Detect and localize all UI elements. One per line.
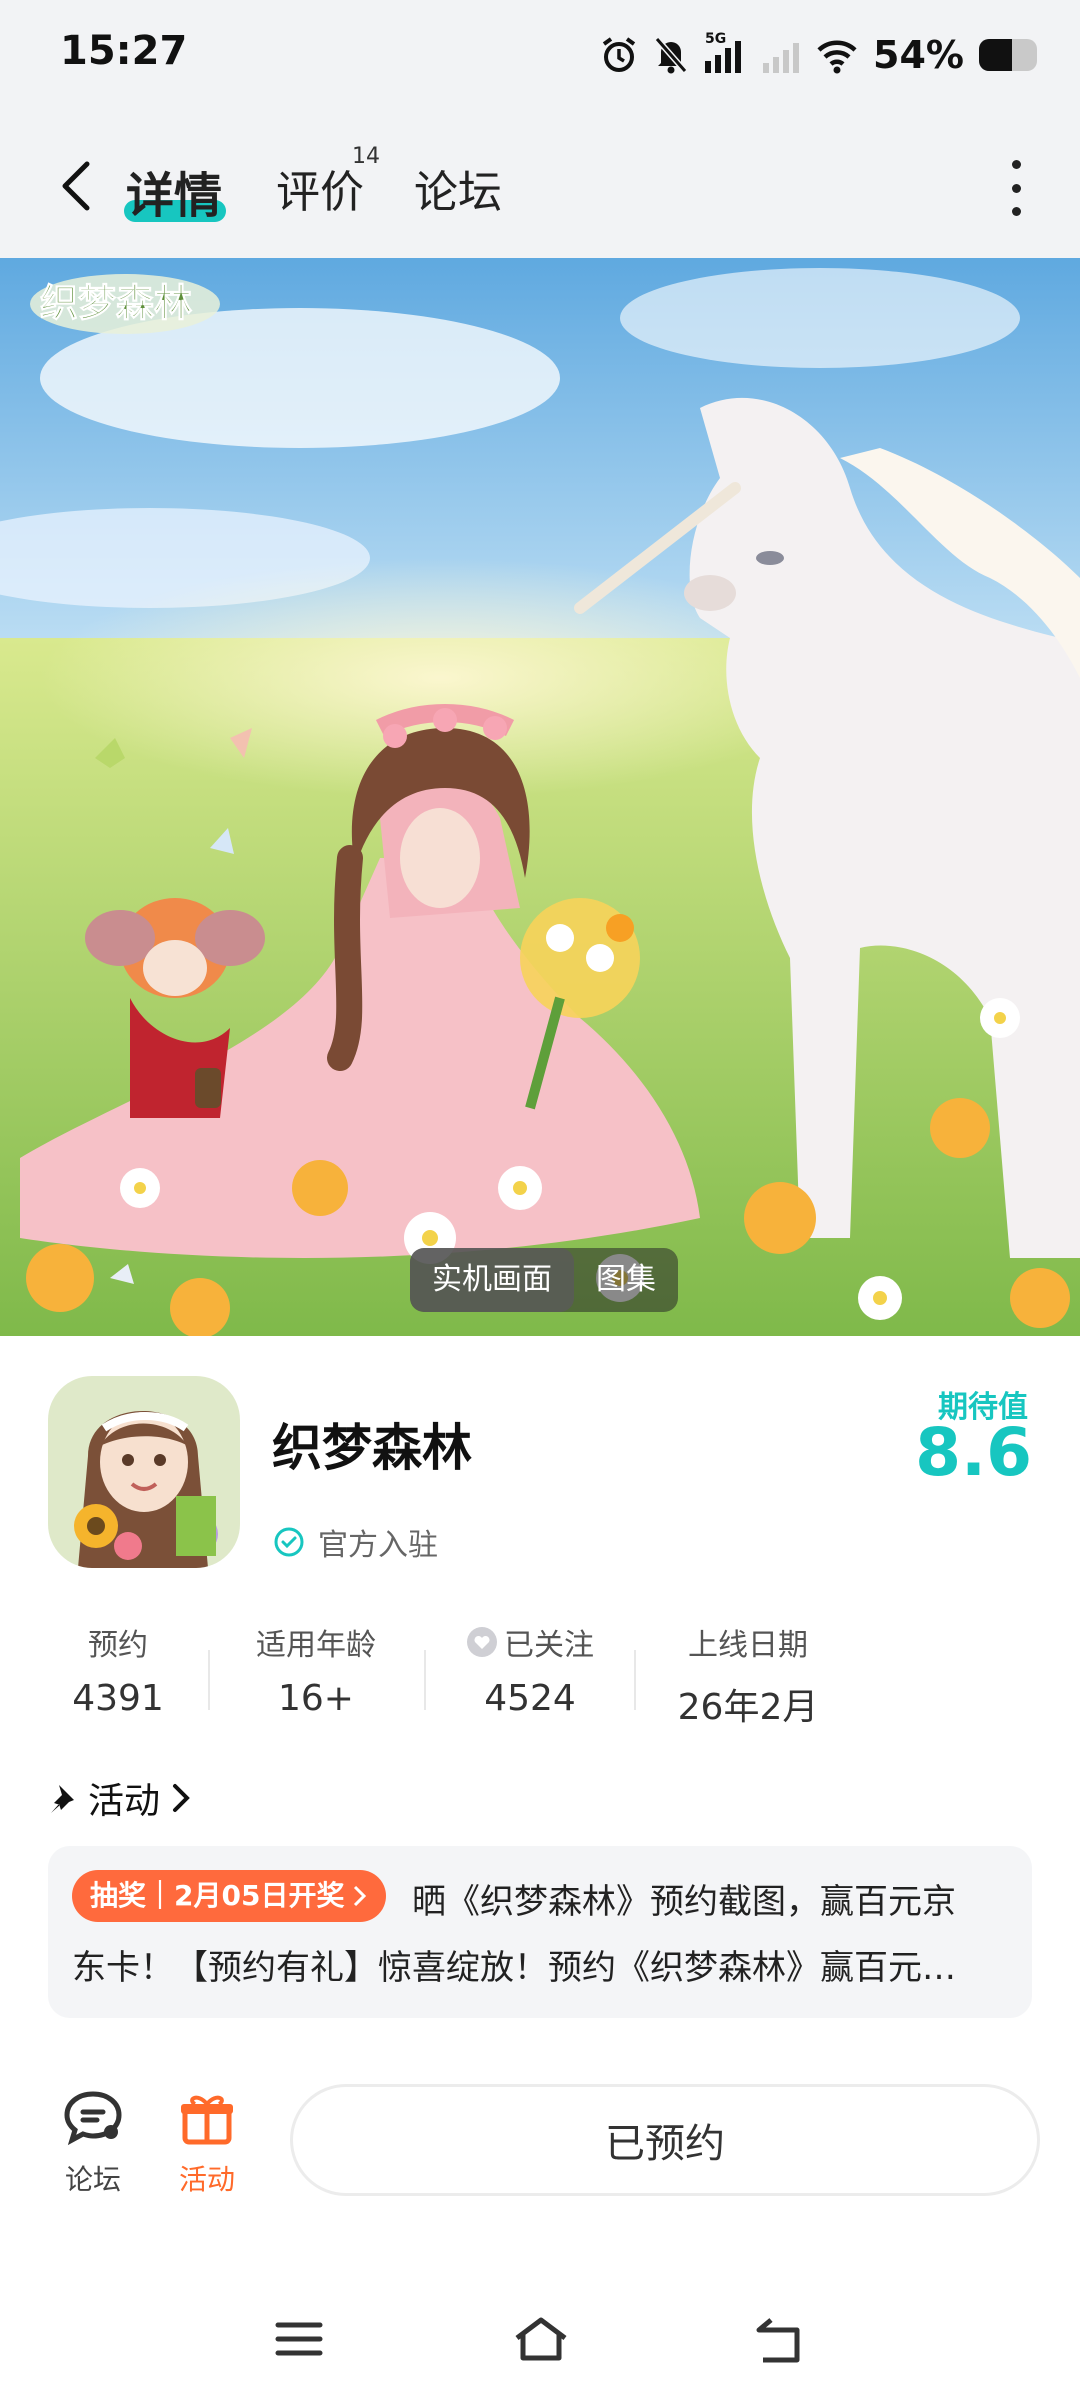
stat-reservations-value: 4391: [72, 1678, 164, 1719]
stat-divider: [208, 1650, 210, 1710]
stat-age-label: 适用年龄: [256, 1628, 376, 1663]
status-bar: 15:27 5G 54%: [0, 0, 1080, 112]
more-dot: [1011, 207, 1021, 216]
stat-launch-date-value: 26年2月: [677, 1687, 819, 1728]
banner-illustration: 织梦森林: [0, 258, 1080, 1336]
game-banner[interactable]: 织梦森林 实机画面 图集: [0, 258, 1080, 1336]
tab-detail[interactable]: 详情: [126, 156, 222, 226]
signal-icon: [705, 41, 742, 73]
system-nav-bar: [0, 2280, 1080, 2400]
return-icon: [756, 2318, 800, 2363]
stat-followers-label-row: 已关注: [440, 1620, 620, 1664]
alarm-icon: [602, 37, 636, 72]
stat-divider: [424, 1650, 426, 1710]
lottery-tag-label: 抽奖｜2月05日开奖: [90, 1879, 345, 1912]
chip-gameplay[interactable]: 实机画面: [410, 1248, 574, 1312]
stat-divider: [634, 1650, 636, 1710]
banner-media-tabs: 实机画面 图集: [410, 1248, 678, 1312]
official-label: 官方入驻: [318, 1528, 438, 1563]
banner-logo: 织梦森林: [30, 274, 220, 334]
pin-icon: [51, 1785, 74, 1813]
menu-nav-button[interactable]: [264, 2304, 334, 2374]
more-options-button[interactable]: [996, 160, 1036, 216]
stat-reservations: 预约 4391: [28, 1620, 208, 1719]
app-name: 织梦森林: [272, 1419, 472, 1477]
stat-launch-date-label: 上线日期: [688, 1628, 808, 1663]
menu-icon: [275, 2322, 323, 2356]
gift-icon: [181, 2095, 233, 2145]
activity-title: 活动: [88, 1781, 161, 1822]
app-icon: [48, 1376, 240, 1568]
signal-2-icon: [763, 43, 800, 73]
activity-card[interactable]: 抽奖｜2月05日开奖 晒《织梦森林》预约截图，赢百元京 东卡！【预约有礼】惊喜绽…: [48, 1846, 1032, 2018]
tab-review-label: 评价: [276, 167, 364, 218]
back-button[interactable]: [48, 156, 104, 216]
app-icon-art: [48, 1376, 240, 1568]
chevron-right-small-icon: [354, 1885, 367, 1907]
forum-label: 论坛: [64, 2163, 121, 2196]
chip-gallery[interactable]: 图集: [574, 1248, 678, 1312]
more-dot: [1011, 183, 1021, 193]
activity-text-line2: 东卡！【预约有礼】惊喜绽放！预约《织梦森林》赢百元…: [72, 1948, 956, 1988]
activity-button[interactable]: 活动: [162, 2088, 252, 2198]
battery-icon: [979, 39, 1037, 71]
status-time: 15:27: [60, 28, 188, 74]
chat-bubble-icon: [64, 2091, 122, 2146]
mute-bell-icon: [654, 37, 688, 74]
stat-followers[interactable]: 已关注 4524: [440, 1620, 620, 1719]
home-icon: [515, 2317, 567, 2361]
top-nav: 详情 评价 14 论坛: [0, 112, 1080, 258]
tab-review[interactable]: 评价: [276, 156, 364, 220]
reserved-button[interactable]: 已预约: [290, 2084, 1040, 2196]
back-nav-button[interactable]: [746, 2304, 816, 2374]
svg-text:织梦森林: 织梦森林: [40, 281, 192, 325]
tab-detail-label: 详情: [126, 168, 223, 224]
status-icons: 5G 54%: [599, 30, 1040, 80]
expect-score: 8.6: [915, 1414, 1032, 1491]
chevron-right-icon: [173, 1784, 190, 1812]
more-dot: [1011, 160, 1021, 169]
stat-age: 适用年龄 16+: [226, 1620, 406, 1719]
battery-percent: 54%: [873, 33, 964, 77]
tab-forum-label: 论坛: [414, 167, 502, 218]
chevron-left-icon: [62, 161, 90, 211]
stat-followers-label: 已关注: [504, 1628, 594, 1663]
stats-row: 预约 4391 适用年龄 16+ 已关注 4524 上线日期 26年2月: [0, 1620, 1080, 1730]
network-5g-label: 5G: [703, 31, 747, 75]
activity-label: 活动: [178, 2163, 235, 2196]
forum-button[interactable]: 论坛: [48, 2088, 138, 2198]
stat-followers-value: 4524: [484, 1678, 576, 1719]
stat-reservations-label: 预约: [88, 1628, 148, 1663]
review-count-badge: 14: [352, 144, 380, 169]
official-badge: 官方入驻: [272, 1520, 438, 1564]
heart-badge-icon: [467, 1627, 497, 1657]
wifi-icon: [817, 40, 857, 74]
stat-age-value: 16+: [278, 1678, 354, 1719]
verified-check-icon: [274, 1527, 304, 1557]
activity-text-line1: 晒《织梦森林》预约截图，赢百元京: [412, 1882, 956, 1922]
home-nav-button[interactable]: [506, 2304, 576, 2374]
activity-header[interactable]: 活动: [48, 1772, 192, 1824]
lottery-tag: 抽奖｜2月05日开奖: [72, 1870, 387, 1922]
stat-launch-date: 上线日期 26年2月: [658, 1620, 838, 1730]
tab-forum[interactable]: 论坛: [414, 156, 502, 220]
bottom-action-bar: 论坛 活动 已预约: [0, 2072, 1080, 2232]
